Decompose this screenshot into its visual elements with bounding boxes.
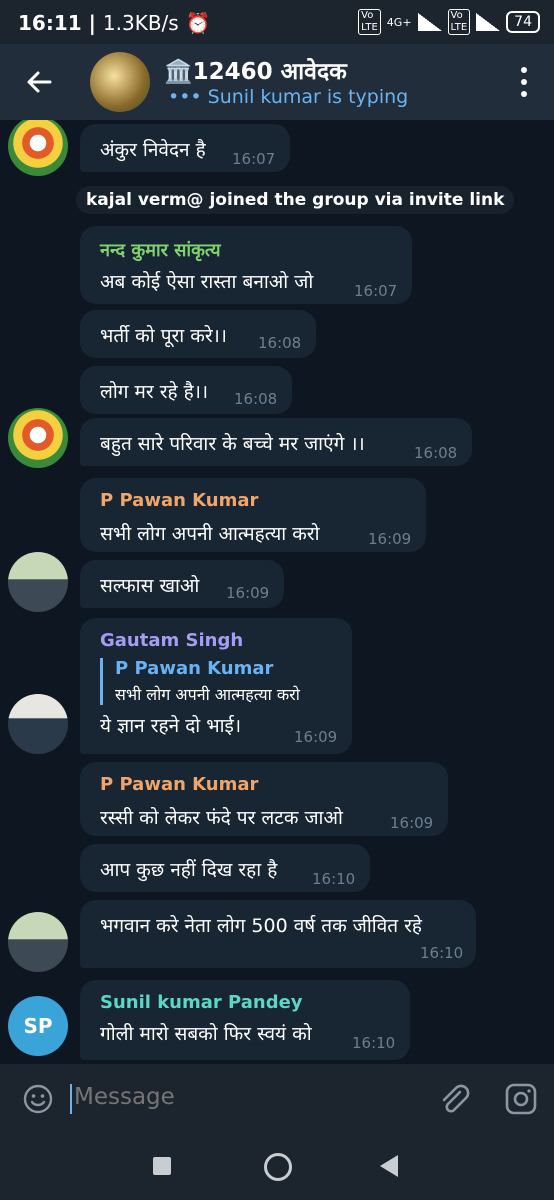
message-time: 16:07 (354, 282, 398, 300)
message-time: 16:07 (232, 150, 276, 168)
message-text: गोली मारो सबको फिर स्वयं को (100, 1023, 312, 1045)
message-text: अब कोई ऐसा रास्ता बनाओ जो (100, 271, 314, 293)
system-back-button[interactable] (380, 1155, 398, 1177)
message-time: 16:09 (294, 728, 338, 746)
system-nav-bar (0, 1134, 554, 1200)
message-bubble[interactable]: आप कुछ नहीं दिख रहा है 16:10 (80, 844, 370, 892)
battery-icon: 74 (506, 11, 540, 33)
message-time: 16:08 (258, 334, 302, 352)
attach-icon[interactable] (436, 1082, 470, 1116)
reply-sender: P Pawan Kumar (115, 658, 274, 679)
message-input[interactable] (74, 1084, 414, 1110)
message-time: 16:08 (234, 390, 278, 408)
status-icons: Vo LTE 4G+ Vo LTE 74 (358, 9, 540, 35)
sender-name[interactable]: P Pawan Kumar (100, 490, 258, 511)
emoji-icon[interactable] (22, 1083, 54, 1115)
sender-avatar[interactable] (8, 408, 68, 468)
message-time: 16:10 (352, 1034, 396, 1052)
volte-icon: Vo LTE (358, 9, 381, 35)
camera-icon[interactable] (504, 1082, 538, 1116)
service-message: kajal verm@ joined the group via invite … (76, 186, 515, 214)
sender-name[interactable]: Sunil kumar Pandey (100, 992, 303, 1013)
sender-name[interactable]: P Pawan Kumar (100, 774, 258, 795)
alarm-icon: ⏰ (185, 11, 211, 35)
message-time: 16:10 (420, 944, 464, 962)
message-bubble[interactable]: P Pawan Kumar सभी लोग अपनी आत्महत्या करो… (80, 478, 426, 552)
reply-preview[interactable]: P Pawan Kumar सभी लोग अपनी आत्महत्या करो (100, 658, 300, 705)
message-list[interactable]: अंकुर निवेदन है 16:07 kajal verm@ joined… (0, 120, 554, 1064)
message-text: भगवान करे नेता लोग 500 वर्ष तक जीवित रहे (100, 915, 422, 937)
sender-avatar[interactable] (8, 120, 68, 176)
message-text: आप कुछ नहीं दिख रहा है (100, 859, 278, 881)
recents-button[interactable] (153, 1157, 171, 1175)
network-type: 4G+ (386, 15, 412, 29)
sender-avatar[interactable] (8, 694, 68, 754)
sender-name[interactable]: Gautam Singh (100, 630, 243, 651)
message-bubble[interactable]: अंकुर निवेदन है 16:07 (80, 124, 290, 172)
message-text: बहुत सारे परिवार के बच्चे मर जाएंगे ।। (100, 433, 365, 455)
message-text: सभी लोग अपनी आत्महत्या करो (100, 523, 320, 545)
sender-avatar[interactable] (8, 912, 68, 972)
message-text: रस्सी को लेकर फंदे पर लटक जाओ (100, 807, 343, 829)
message-time: 16:08 (414, 444, 458, 462)
text-caret (70, 1084, 72, 1114)
sender-avatar[interactable] (8, 552, 68, 612)
message-time: 16:09 (390, 814, 434, 832)
reply-text: सभी लोग अपनी आत्महत्या करो (115, 685, 300, 704)
message-bubble[interactable]: भर्ती को पूरा करे।। 16:08 (80, 310, 316, 358)
chat-header: 🏛️12460 आवेदक ••• Sunil kumar is typing (0, 44, 554, 120)
message-bubble[interactable]: सल्फास खाओ 16:09 (80, 560, 284, 608)
message-text: सल्फास खाओ (100, 575, 200, 597)
signal-icon (417, 13, 442, 31)
sender-avatar-initials[interactable]: SP (8, 996, 68, 1056)
message-time: 16:10 (312, 870, 356, 888)
message-bubble[interactable]: बहुत सारे परिवार के बच्चे मर जाएंगे ।। 1… (80, 418, 472, 466)
group-avatar[interactable] (90, 52, 150, 112)
message-composer (0, 1064, 554, 1134)
sender-name[interactable]: नन्द कुमार सांकृत्य (100, 238, 221, 262)
message-text: ये ज्ञान रहने दो भाई। (100, 715, 242, 737)
status-bar: 16:11 | 1.3KB/s ⏰ Vo LTE 4G+ Vo LTE 74 (0, 0, 554, 44)
group-title[interactable]: 🏛️12460 आवेदक (164, 54, 347, 86)
message-text: लोग मर रहे है।। (100, 381, 209, 403)
status-time: 16:11 | 1.3KB/s ⏰ (18, 11, 211, 35)
message-bubble[interactable]: नन्द कुमार सांकृत्य अब कोई ऐसा रास्ता बन… (80, 226, 412, 304)
message-time: 16:09 (226, 584, 270, 602)
home-button[interactable] (264, 1153, 292, 1181)
message-text: भर्ती को पूरा करे।। (100, 325, 227, 347)
volte-icon-2: Vo LTE (447, 9, 471, 35)
message-text: अंकुर निवेदन है (100, 139, 206, 161)
message-bubble[interactable]: Gautam Singh P Pawan Kumar सभी लोग अपनी … (80, 618, 352, 754)
signal-icon-2 (476, 13, 501, 31)
message-bubble[interactable]: Sunil kumar Pandey गोली मारो सबको फिर स्… (80, 980, 410, 1060)
typing-status: ••• Sunil kumar is typing (168, 86, 409, 108)
message-bubble[interactable]: भगवान करे नेता लोग 500 वर्ष तक जीवित रहे… (80, 900, 476, 968)
message-time: 16:09 (368, 530, 412, 548)
back-arrow-icon[interactable] (20, 62, 60, 102)
message-bubble[interactable]: P Pawan Kumar रस्सी को लेकर फंदे पर लटक … (80, 762, 448, 836)
message-bubble[interactable]: लोग मर रहे है।। 16:08 (80, 366, 292, 414)
more-options-icon[interactable] (520, 66, 528, 98)
